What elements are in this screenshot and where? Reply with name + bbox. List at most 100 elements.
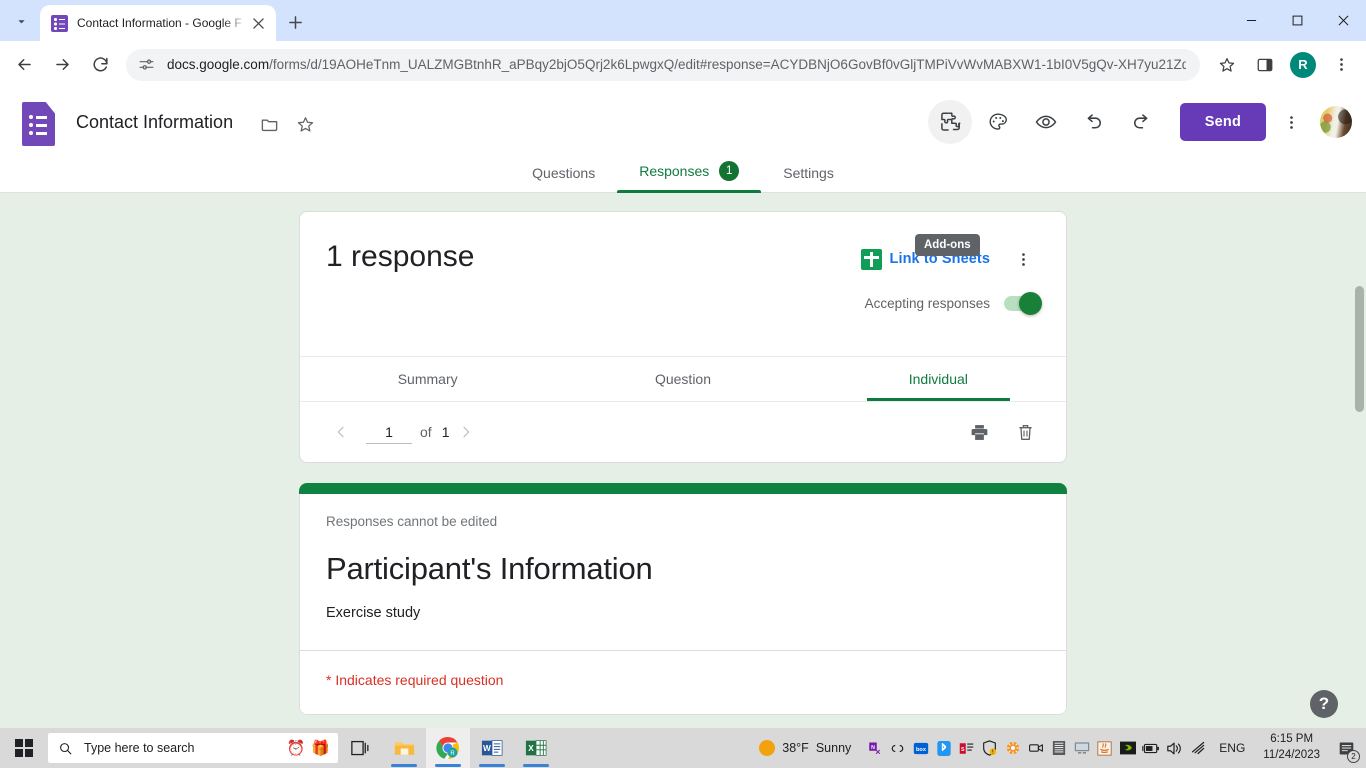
browser-toolbar: docs.google.com/forms/d/19AOHeTnm_UALZMG… (0, 41, 1366, 88)
next-response-button[interactable] (449, 415, 483, 449)
preview-button[interactable] (1024, 100, 1068, 144)
box-sync-icon[interactable]: box (909, 728, 932, 768)
side-panel-button[interactable] (1249, 49, 1281, 81)
windows-security-icon[interactable]: ! (978, 728, 1001, 768)
form-title[interactable]: Contact Information (76, 112, 233, 133)
svg-text:N: N (871, 744, 875, 750)
star-icon (1218, 56, 1236, 74)
google-chrome-button[interactable]: R (426, 728, 470, 768)
move-to-folder-button[interactable] (252, 107, 286, 141)
star-form-button[interactable] (288, 107, 322, 141)
subtab-individual[interactable]: Individual (811, 357, 1066, 401)
subtab-question[interactable]: Question (555, 357, 810, 401)
reload-button[interactable] (84, 49, 116, 81)
wifi-icon[interactable] (1185, 728, 1211, 768)
close-tab-button[interactable] (248, 13, 268, 33)
java-icon[interactable] (1093, 728, 1116, 768)
camera-privacy-icon[interactable] (1024, 728, 1047, 768)
tab-strip: Contact Information - Google F (0, 0, 1366, 41)
tab-questions[interactable]: Questions (510, 165, 617, 192)
forms-header: Contact Information (0, 88, 1366, 193)
microsoft-word-button[interactable]: W (470, 728, 514, 768)
minimize-button[interactable] (1228, 0, 1274, 41)
star-icon (296, 115, 315, 134)
bookmark-star-button[interactable] (1211, 49, 1243, 81)
account-avatar[interactable] (1320, 106, 1352, 138)
system-tray: 38°F Sunny N box (751, 728, 1366, 768)
nvidia-icon (1120, 741, 1136, 755)
close-window-button[interactable] (1320, 0, 1366, 41)
start-button[interactable] (0, 728, 48, 768)
site-settings-icon[interactable] (138, 56, 155, 73)
notification-center-button[interactable]: 2 (1330, 728, 1362, 768)
google-forms-favicon (51, 15, 68, 32)
onenote-icon: N (867, 741, 882, 756)
undo-button[interactable] (1072, 100, 1116, 144)
tab-responses-label: Responses (639, 163, 709, 179)
snagit-icon[interactable]: S (955, 728, 978, 768)
box-icon: box (913, 741, 929, 756)
more-options-button[interactable] (1274, 105, 1308, 139)
chrome-profile-avatar[interactable]: R (1290, 52, 1316, 78)
print-icon (969, 422, 990, 443)
file-explorer-button[interactable] (382, 728, 426, 768)
delete-response-button[interactable] (1008, 415, 1042, 449)
page-scrollbar-thumb[interactable] (1355, 286, 1364, 412)
battery-charging-icon[interactable] (1139, 728, 1162, 768)
server-icon (1052, 740, 1066, 756)
speaker-icon (1166, 741, 1182, 756)
theme-button[interactable] (976, 100, 1020, 144)
file-explorer-icon (393, 737, 416, 760)
clock-widget[interactable]: 6:15 PM 11/24/2023 (1253, 732, 1330, 763)
back-button[interactable] (8, 49, 40, 81)
tab-settings[interactable]: Settings (761, 165, 856, 192)
taskbar-search-input[interactable]: Type here to search ⏰ 🎁 (48, 733, 338, 763)
word-icon: W (481, 737, 503, 759)
new-tab-button[interactable] (281, 8, 309, 36)
required-question-note: * Indicates required question (326, 651, 1040, 688)
subtab-summary[interactable]: Summary (300, 357, 555, 401)
weather-widget[interactable]: 38°F Sunny (751, 740, 863, 756)
volume-icon[interactable] (1162, 728, 1185, 768)
responses-more-button[interactable] (1006, 242, 1040, 276)
address-bar[interactable]: docs.google.com/forms/d/19AOHeTnm_UALZMG… (126, 49, 1200, 81)
back-icon (15, 55, 34, 74)
url-path: /forms/d/19AOHeTnm_UALZMGBtnhR_aPBqy2bjO… (269, 57, 1186, 72)
tab-responses[interactable]: Responses 1 (617, 161, 761, 192)
task-view-button[interactable] (338, 728, 382, 768)
browser-tab[interactable]: Contact Information - Google F (40, 5, 276, 41)
forward-button[interactable] (46, 49, 78, 81)
window-controls (1228, 0, 1366, 41)
wifi-icon (1190, 741, 1207, 755)
accepting-responses-toggle[interactable] (1004, 296, 1040, 311)
response-card-accent-bar (299, 483, 1067, 494)
storage-server-icon[interactable] (1047, 728, 1070, 768)
language-indicator[interactable]: ENG (1211, 741, 1253, 755)
response-pagination: of 1 (300, 401, 1066, 462)
microsoft-excel-button[interactable]: X (514, 728, 558, 768)
redo-button[interactable] (1120, 100, 1164, 144)
tab-title: Contact Information - Google F (77, 16, 248, 30)
bluetooth-icon[interactable] (932, 728, 955, 768)
help-button[interactable]: ? (1310, 690, 1338, 718)
previous-response-button[interactable] (324, 415, 358, 449)
mendeley-icon[interactable] (1001, 728, 1024, 768)
pager-total: 1 (442, 424, 450, 440)
display-settings-icon[interactable] (1070, 728, 1093, 768)
adobe-creative-cloud-icon[interactable] (886, 728, 909, 768)
nvidia-icon[interactable] (1116, 728, 1139, 768)
plus-icon (288, 15, 303, 30)
page-number-input[interactable] (366, 421, 412, 444)
addons-button[interactable] (928, 100, 972, 144)
print-response-button[interactable] (962, 415, 996, 449)
windows-logo-icon (15, 739, 33, 757)
alarm-clock-icon[interactable]: ⏰ (287, 741, 306, 756)
maximize-button[interactable] (1274, 0, 1320, 41)
onenote-clipper-icon[interactable]: N (863, 728, 886, 768)
send-button[interactable]: Send (1180, 103, 1266, 141)
chrome-menu-button[interactable] (1325, 49, 1357, 81)
tab-search-button[interactable] (6, 6, 36, 36)
browser-chrome: Contact Information - Google F (0, 0, 1366, 88)
accepting-responses-label: Accepting responses (865, 296, 990, 311)
gift-icon[interactable]: 🎁 (311, 741, 330, 756)
